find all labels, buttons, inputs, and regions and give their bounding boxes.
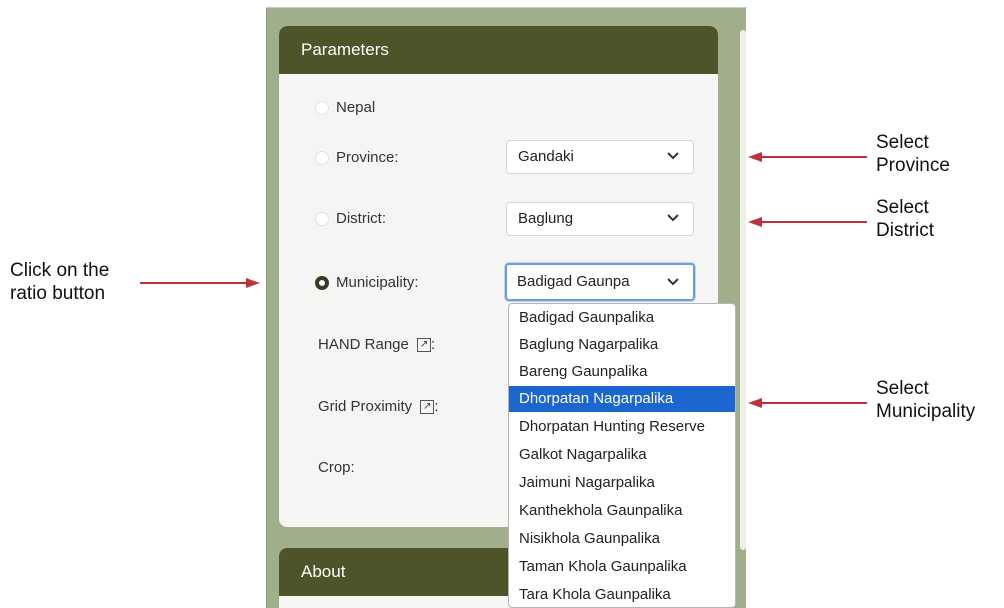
chevron-down-icon: [667, 152, 679, 160]
grid-proximity-text: Grid Proximity: [318, 398, 413, 415]
municipality-select-value: Badigad Gaunpa: [517, 273, 630, 290]
dropdown-option[interactable]: Badigad Gaunpalika: [509, 305, 735, 331]
dropdown-option[interactable]: Kanthekhola Gaunpalika: [509, 498, 735, 524]
arrow-right-icon: [246, 278, 260, 288]
external-link-icon[interactable]: ↗: [420, 400, 435, 415]
hand-range-text: HAND Range: [318, 336, 409, 353]
annotation-line: Select: [876, 132, 929, 153]
grid-proximity-label: Grid Proximity ↗:: [318, 398, 439, 415]
annotation-line: Select: [876, 378, 929, 399]
annotation-line: ratio button: [10, 283, 106, 304]
radio-municipality[interactable]: [315, 276, 329, 290]
municipality-label: Municipality:: [336, 274, 419, 291]
crop-label: Crop:: [318, 459, 355, 476]
dropdown-option[interactable]: Bareng Gaunpalika: [509, 359, 735, 385]
annotation-line: Province: [876, 155, 950, 176]
district-select-value: Baglung: [518, 210, 574, 227]
scrollbar-track[interactable]: [740, 30, 746, 550]
district-select[interactable]: Baglung: [506, 202, 694, 236]
radio-district[interactable]: [315, 212, 329, 226]
dropdown-option[interactable]: Galkot Nagarpalika: [509, 442, 735, 468]
dropdown-option[interactable]: Taman Khola Gaunpalika: [509, 554, 735, 580]
annotation-line: Municipality: [876, 401, 976, 422]
arrow-line: [760, 402, 867, 404]
annotation-click-radio: Click on the ratio button: [10, 259, 109, 305]
annotation-line: District: [876, 220, 935, 241]
dropdown-option[interactable]: Nisikhola Gaunpalika: [509, 526, 735, 552]
dropdown-option[interactable]: Baglung Nagarpalika: [509, 332, 735, 358]
arrow-left-icon: [748, 152, 762, 162]
annotation-select-district: Select District: [876, 196, 934, 242]
arrow-left-icon: [748, 217, 762, 227]
radio-nepal[interactable]: [315, 101, 329, 115]
dropdown-option[interactable]: Tara Khola Gaunpalika: [509, 582, 735, 607]
annotation-select-municipality: Select Municipality: [876, 377, 975, 423]
district-label: District:: [336, 210, 386, 227]
annotation-select-province: Select Province: [876, 131, 950, 177]
nepal-label: Nepal: [336, 99, 376, 116]
province-label: Province:: [336, 149, 399, 166]
province-select-value: Gandaki: [518, 148, 574, 165]
municipality-select[interactable]: Badigad Gaunpa: [505, 263, 695, 301]
external-link-icon[interactable]: ↗: [417, 338, 432, 353]
chevron-down-icon: [667, 214, 679, 222]
dropdown-option[interactable]: Dhorpatan Hunting Reserve: [509, 414, 735, 440]
province-select[interactable]: Gandaki: [506, 140, 694, 174]
chevron-down-icon: [667, 278, 679, 286]
hand-range-label: HAND Range ↗:: [318, 336, 435, 353]
arrow-line: [760, 156, 867, 158]
dropdown-option[interactable]: Jaimuni Nagarpalika: [509, 470, 735, 496]
annotation-line: Click on the: [10, 260, 110, 281]
parameters-header: Parameters: [279, 26, 718, 74]
arrow-line: [140, 282, 248, 284]
annotation-line: Select: [876, 197, 929, 218]
arrow-left-icon: [748, 398, 762, 408]
municipality-dropdown-list: Badigad Gaunpalika Baglung Nagarpalika B…: [508, 303, 736, 608]
hand-range-colon: :: [431, 336, 436, 353]
dropdown-option-highlighted[interactable]: Dhorpatan Nagarpalika: [509, 386, 735, 412]
radio-province[interactable]: [315, 151, 329, 165]
grid-proximity-colon: :: [434, 398, 439, 415]
frame-top-edge: [266, 7, 745, 8]
arrow-line: [760, 221, 867, 223]
